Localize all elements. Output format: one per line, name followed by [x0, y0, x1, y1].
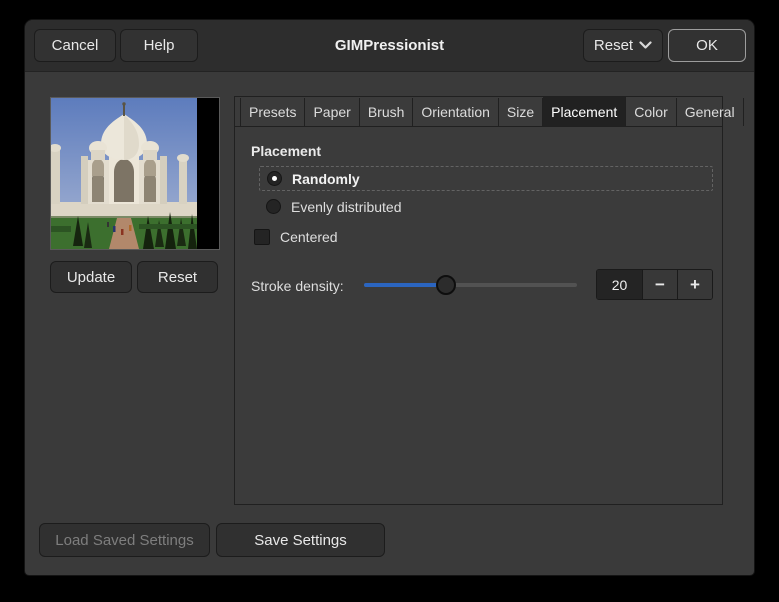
tab-presets[interactable]: Presets — [240, 98, 306, 126]
radio-button-icon — [266, 199, 281, 214]
radio-randomly-label: Randomly — [292, 170, 360, 187]
help-button[interactable]: Help — [120, 29, 198, 62]
slider-thumb[interactable] — [436, 275, 456, 295]
tab-paper[interactable]: Paper — [305, 98, 360, 126]
radio-evenly-distributed[interactable]: Evenly distributed — [259, 194, 713, 219]
slider-fill — [364, 283, 446, 287]
radio-evenly-distributed-label: Evenly distributed — [291, 198, 402, 215]
radio-button-icon — [267, 171, 282, 186]
centered-checkbox-label: Centered — [280, 229, 338, 245]
ok-button[interactable]: OK — [668, 29, 746, 62]
centered-checkbox-row[interactable]: Centered — [254, 229, 338, 245]
decrement-button[interactable]: − — [642, 270, 677, 299]
tab-orientation[interactable]: Orientation — [413, 98, 499, 126]
tab-placement[interactable]: Placement — [543, 97, 627, 126]
preview-reset-button[interactable]: Reset — [137, 261, 218, 293]
taj-mahal-image — [51, 98, 219, 249]
tab-size[interactable]: Size — [499, 98, 544, 126]
tab-color[interactable]: Color — [626, 98, 677, 126]
settings-notebook: Presets Paper Brush Orientation Size Pla… — [234, 96, 744, 505]
reset-dropdown-label: Reset — [593, 37, 634, 54]
radio-randomly[interactable]: Randomly — [259, 166, 713, 191]
checkbox-icon — [254, 229, 270, 245]
placement-heading: Placement — [251, 143, 322, 159]
preview-image — [50, 97, 220, 250]
tab-general[interactable]: General — [677, 98, 744, 126]
gimpressionist-dialog: GIMPressionist Cancel Help Reset OK Upda… — [25, 20, 754, 575]
stroke-density-value[interactable]: 20 — [597, 270, 642, 299]
update-button[interactable]: Update — [50, 261, 132, 293]
dialog-header: GIMPressionist Cancel Help Reset OK — [25, 20, 754, 72]
increment-button[interactable]: + — [677, 270, 712, 299]
reset-dropdown-button[interactable]: Reset — [583, 29, 663, 62]
stroke-density-slider[interactable] — [364, 269, 577, 301]
chevron-down-icon — [639, 41, 652, 49]
cancel-button[interactable]: Cancel — [34, 29, 116, 62]
stroke-density-spinbox: 20 − + — [596, 269, 713, 300]
load-saved-settings-button[interactable]: Load Saved Settings — [39, 523, 210, 557]
tab-bar: Presets Paper Brush Orientation Size Pla… — [235, 97, 744, 127]
tab-brush[interactable]: Brush — [360, 98, 414, 126]
save-settings-button[interactable]: Save Settings — [216, 523, 385, 557]
stroke-density-label: Stroke density: — [251, 278, 344, 294]
